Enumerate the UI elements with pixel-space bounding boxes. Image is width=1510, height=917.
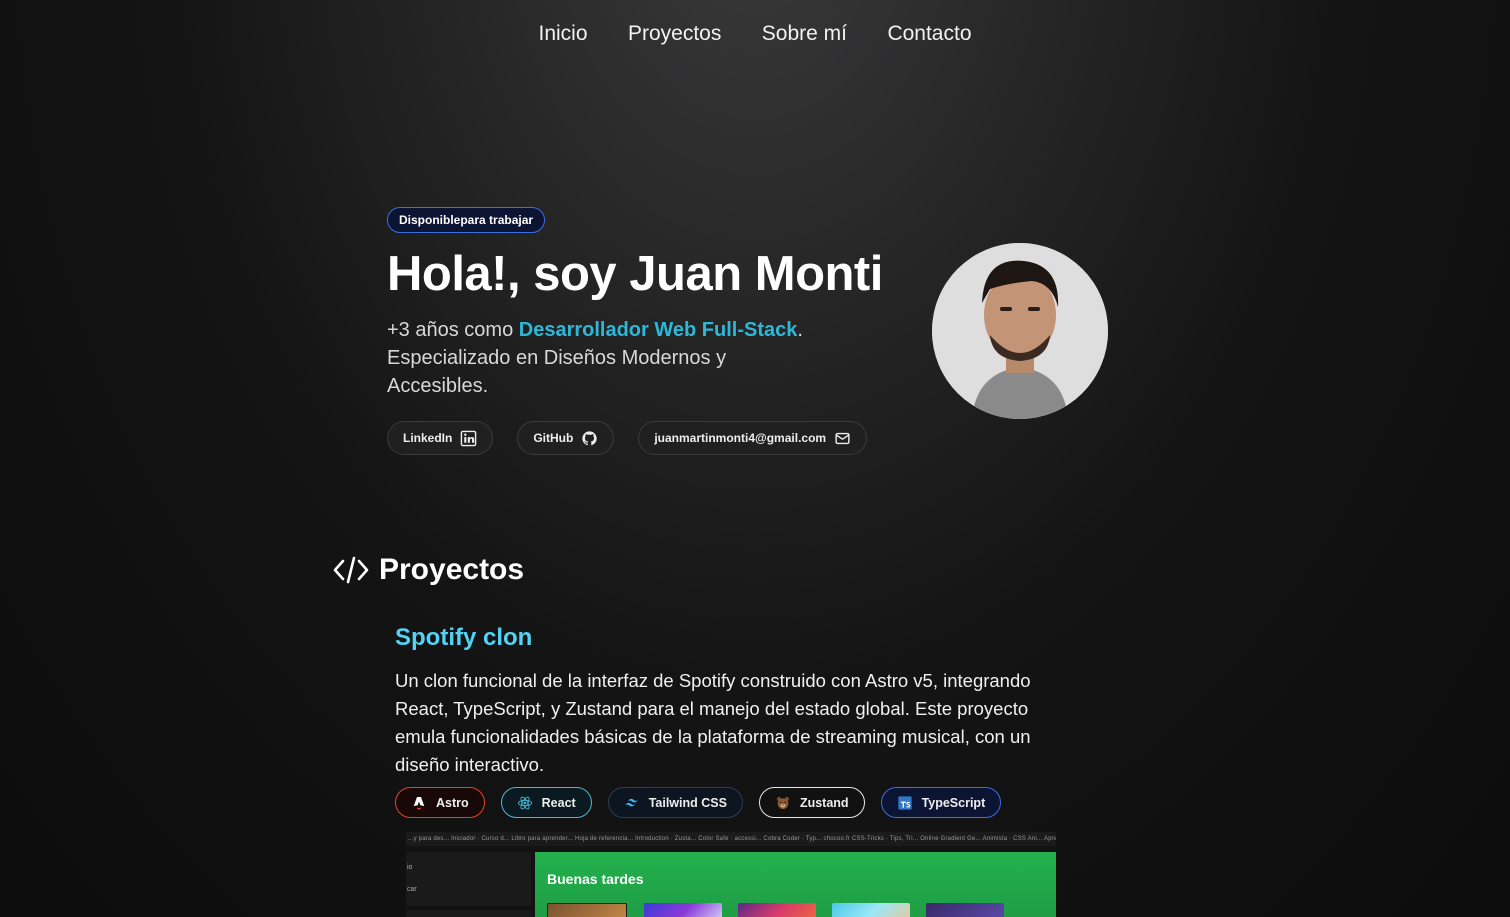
project-preview[interactable]: ...y para des... Iniciador · Curso d... … <box>406 832 1056 917</box>
tag-tailwind-label: Tailwind CSS <box>648 795 727 810</box>
preview-side-item-2: car <box>407 886 417 893</box>
project-tags: Astro React Tailwind CSS Zustand TypeScr… <box>395 787 1002 818</box>
main-nav: Inicio Proyectos Sobre mí Contacto <box>0 22 1510 46</box>
preview-side-item-1: io <box>407 864 413 871</box>
projects-title-text: Proyectos <box>379 553 525 586</box>
preview-sidebar-library <box>406 910 531 917</box>
tag-react-label: React <box>541 795 576 810</box>
nav-proyectos[interactable]: Proyectos <box>628 22 721 46</box>
tag-typescript-label: TypeScript <box>921 795 986 810</box>
bear-icon <box>776 796 789 809</box>
mail-icon <box>835 432 850 444</box>
availability-badge: Disponiblepara trabajar <box>387 207 546 233</box>
preview-thumb <box>832 903 910 917</box>
typescript-icon <box>897 795 912 810</box>
nav-inicio[interactable]: Inicio <box>538 22 587 46</box>
hero-description: +3 años como Desarrollador Web Full-Stac… <box>387 316 807 400</box>
preview-thumb <box>738 903 816 917</box>
tag-astro: Astro <box>395 787 485 818</box>
tag-zustand: Zustand <box>758 787 865 818</box>
avatar-photo <box>932 243 1108 419</box>
tag-typescript: TypeScript <box>880 787 1002 818</box>
tag-zustand-label: Zustand <box>799 795 849 810</box>
github-icon <box>582 430 597 445</box>
preview-thumb <box>926 903 1004 917</box>
nav-sobre-mi[interactable]: Sobre mí <box>762 22 847 46</box>
email-label: juanmartinmonti4@gmail.com <box>654 431 827 445</box>
github-button[interactable]: GitHub <box>517 421 615 455</box>
email-button[interactable]: juanmartinmonti4@gmail.com <box>638 421 868 455</box>
astro-icon <box>413 796 425 810</box>
tailwind-icon <box>625 798 638 806</box>
preview-thumb <box>644 903 722 917</box>
preview-main: Buenas tardes <box>535 852 1056 917</box>
avatar <box>932 243 1108 419</box>
hero-title: Hola!, soy Juan Monti <box>387 247 883 301</box>
preview-greeting: Buenas tardes <box>547 871 644 887</box>
github-label: GitHub <box>533 431 574 445</box>
badge-text-a: Disponible <box>399 213 461 227</box>
projects-section-title: Proyectos <box>333 553 524 587</box>
social-links: LinkedIn GitHub juanmartinmonti4@gmail.c… <box>387 421 868 455</box>
badge-text-b: para trabajar <box>460 213 534 227</box>
project-title[interactable]: Spotify clon <box>395 624 532 652</box>
nav-contacto[interactable]: Contacto <box>887 22 971 46</box>
desc-prefix: +3 años como <box>387 319 519 341</box>
react-icon <box>517 796 532 809</box>
linkedin-button[interactable]: LinkedIn <box>387 421 494 455</box>
tag-astro-label: Astro <box>436 795 469 810</box>
tag-tailwind: Tailwind CSS <box>607 787 743 818</box>
desc-highlight: Desarrollador Web Full-Stack <box>518 319 798 341</box>
project-description: Un clon funcional de la interfaz de Spot… <box>395 670 1031 775</box>
linkedin-icon <box>461 430 477 446</box>
tag-react: React <box>500 787 592 818</box>
preview-bookmarks-bar: ...y para des... Iniciador · Curso d... … <box>406 832 1056 846</box>
preview-thumb <box>547 903 627 917</box>
code-icon <box>333 556 369 584</box>
preview-sidebar: io car <box>406 852 531 906</box>
linkedin-label: LinkedIn <box>403 431 453 445</box>
